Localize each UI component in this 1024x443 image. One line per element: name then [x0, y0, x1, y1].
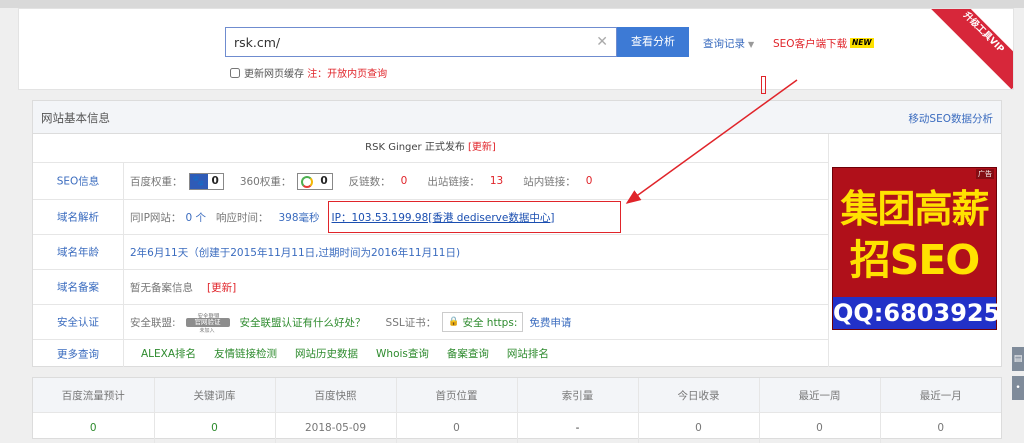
stat-header: 今日收录	[638, 378, 759, 413]
query-history-dropdown[interactable]: 查询记录▼	[703, 36, 754, 51]
seal-bottom-text: 未加入	[200, 327, 215, 334]
icp-value: 暂无备案信息	[130, 280, 193, 295]
same-ip-value[interactable]: 0 个	[185, 210, 206, 225]
search-panel: ✕ 查看分析 查询记录▼ SEO客户端下载 NEW 更新网页缓存 注：开放内页查…	[18, 8, 1014, 90]
seo-client-download-link[interactable]: SEO客户端下载	[773, 36, 847, 51]
whois-link[interactable]: Whois查询	[376, 346, 429, 361]
clear-icon[interactable]: ✕	[596, 34, 608, 50]
ad-subheadline: 招SEO	[833, 226, 996, 286]
response-time-value: 398毫秒	[278, 210, 319, 225]
baidu-paw-icon: 🐾	[190, 174, 208, 189]
alexa-rank-link[interactable]: ALEXA排名	[141, 346, 196, 361]
alliance-label: 安全联盟:	[130, 315, 176, 330]
domain-age-value[interactable]: 2年6月11天（创建于2015年11月11日,过期时间为2016年11月11日)	[130, 245, 460, 260]
internal-value[interactable]: 0	[586, 175, 593, 187]
lock-icon: 🔒	[448, 317, 459, 327]
recruitment-ad[interactable]: 广告 集团高薪 招SEO QQ:6803925	[832, 167, 997, 330]
analyze-button[interactable]: 查看分析	[617, 27, 689, 57]
ad-divider	[828, 134, 829, 367]
alliance-benefit-link[interactable]: 安全联盟认证有什么好处？	[240, 315, 366, 330]
stat-value[interactable]: 0	[154, 413, 275, 443]
w360-label: 360权重：	[240, 174, 292, 189]
chevron-down-icon: ▼	[748, 40, 754, 49]
announcement-update-link[interactable]: [更新]	[468, 142, 496, 153]
site-rank-link[interactable]: 网站排名	[507, 346, 549, 361]
w360-badge[interactable]: 0	[297, 173, 332, 190]
stat-value: 2018-05-09	[275, 413, 396, 443]
panel-header: 网站基本信息 移动SEO数据分析	[33, 101, 1001, 134]
domain-resolve-label[interactable]: 域名解析	[33, 200, 124, 234]
domain-age-row: 域名年龄 2年6月11天（创建于2015年11月11日,过期时间为2016年11…	[33, 235, 828, 270]
more-query-label[interactable]: 更多查询	[33, 340, 124, 367]
baidu-weight-value: 0	[208, 175, 223, 187]
inner-page-note: 注：开放内页查询	[307, 69, 387, 80]
stat-header: 百度快照	[275, 378, 396, 413]
site-history-link[interactable]: 网站历史数据	[295, 346, 358, 361]
domain-icp-row: 域名备案 暂无备案信息 [更新]	[33, 270, 828, 305]
security-row: 安全认证 安全联盟: 安全联盟 官网验证 未加入 安全联盟认证有什么好处？ SS…	[33, 305, 828, 340]
seo-info-row: SEO信息 百度权重： 🐾0 360权重： 0 反链数：0 出站链接：13 站内…	[33, 163, 828, 200]
backlinks-value[interactable]: 0	[401, 175, 408, 187]
same-ip-label: 同IP网站：	[130, 210, 181, 225]
more-query-row: 更多查询 ALEXA排名 友情链接检测 网站历史数据 Whois查询 备案查询 …	[33, 340, 828, 367]
announcement-text[interactable]: RSK Ginger 正式发布	[365, 142, 465, 153]
stat-header: 最近一月	[880, 378, 1001, 413]
stat-value: 0	[396, 413, 517, 443]
stat-header: 首页位置	[396, 378, 517, 413]
free-apply-link[interactable]: 免费申请	[529, 315, 571, 330]
stat-value: 0	[880, 413, 1001, 443]
panel-title: 网站基本信息	[41, 110, 110, 126]
stat-header: 关键词库	[154, 378, 275, 413]
announcement: RSK Ginger 正式发布 [更新]	[33, 134, 828, 163]
w360-value: 0	[316, 175, 331, 187]
stat-header: 百度流量预计	[33, 378, 154, 413]
more-side-button[interactable]: •	[1012, 376, 1024, 400]
domain-age-label[interactable]: 域名年龄	[33, 235, 124, 269]
update-cache-label: 更新网页缓存	[244, 69, 304, 80]
stat-value: 0	[638, 413, 759, 443]
mobile-seo-link[interactable]: 移动SEO数据分析	[908, 111, 993, 126]
outbound-value[interactable]: 13	[490, 175, 503, 187]
annotation-small-box	[761, 76, 766, 94]
ad-qq-contact: QQ:6803925	[833, 297, 996, 329]
icp-update-link[interactable]: [更新]	[207, 280, 236, 295]
new-badge: NEW	[850, 38, 874, 48]
stat-value: -	[517, 413, 638, 443]
vip-upgrade-ribbon[interactable]: 升级工具VIP	[927, 8, 1014, 89]
friend-link-check[interactable]: 友情链接检测	[214, 346, 277, 361]
internal-label: 站内链接：	[523, 174, 576, 189]
seo-info-label[interactable]: SEO信息	[33, 163, 124, 199]
cache-row: 更新网页缓存 注：开放内页查询	[230, 65, 387, 80]
ssl-label: SSL证书：	[386, 315, 437, 330]
baidu-weight-badge[interactable]: 🐾0	[189, 173, 224, 190]
backlinks-label: 反链数：	[349, 174, 391, 189]
outbound-label: 出站链接：	[427, 174, 480, 189]
icp-query-link[interactable]: 备案查询	[447, 346, 489, 361]
stat-value: 0	[759, 413, 880, 443]
security-alliance-seal[interactable]: 安全联盟 官网验证 未加入	[182, 312, 234, 332]
ssl-badge[interactable]: 🔒安全 https:	[442, 312, 523, 332]
stat-header: 最近一周	[759, 378, 880, 413]
query-history-label: 查询记录	[703, 38, 745, 50]
seal-band-text: 官网验证	[186, 318, 230, 327]
360-logo-icon	[298, 174, 316, 189]
domain-search-box[interactable]: ✕	[225, 27, 617, 57]
stats-table: 百度流量预计 关键词库 百度快照 首页位置 索引量 今日收录 最近一周 最近一月…	[32, 377, 1002, 439]
ssl-badge-text: 安全 https:	[462, 315, 517, 330]
ip-highlight-box	[328, 201, 621, 233]
baidu-weight-label: 百度权重：	[130, 174, 183, 189]
domain-search-input[interactable]	[226, 28, 594, 56]
stat-header: 索引量	[517, 378, 638, 413]
security-label[interactable]: 安全认证	[33, 305, 124, 339]
ad-headline: 集团高薪	[833, 178, 996, 233]
top-strip	[0, 0, 1024, 8]
update-cache-checkbox[interactable]	[230, 68, 240, 78]
stat-value[interactable]: 0	[33, 413, 154, 443]
domain-icp-label[interactable]: 域名备案	[33, 270, 124, 304]
feedback-side-button[interactable]: ▤	[1012, 347, 1024, 371]
response-time-label: 响应时间：	[216, 210, 269, 225]
